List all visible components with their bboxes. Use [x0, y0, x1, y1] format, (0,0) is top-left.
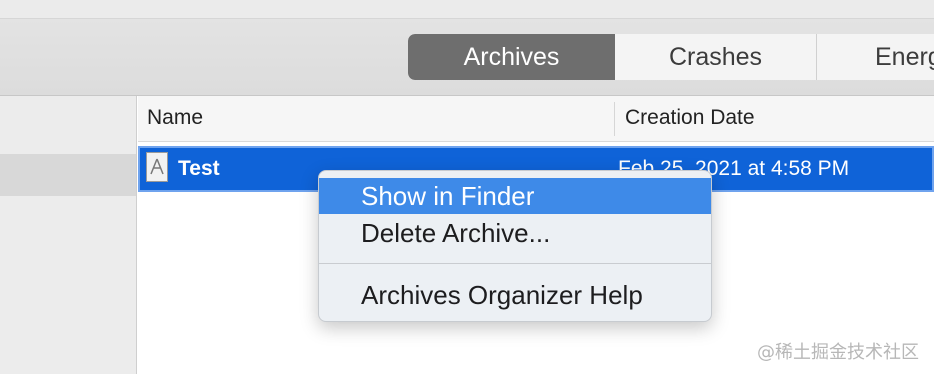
column-header-name[interactable]: Name	[147, 106, 203, 130]
watermark: @稀土掘金技术社区	[757, 342, 919, 363]
sidebar	[0, 96, 137, 374]
category-segmented-control: Archives Crashes Energ	[408, 34, 934, 80]
organizer-toolbar: Archives Crashes Energ	[0, 0, 934, 96]
archive-name: Test	[178, 157, 220, 180]
sidebar-selected-item[interactable]	[0, 154, 136, 196]
tab-energy[interactable]: Energ	[817, 34, 934, 80]
archive-document-icon	[146, 152, 168, 182]
tab-archives[interactable]: Archives	[408, 34, 615, 80]
toolbar-divider	[0, 18, 934, 19]
table-header: Name Creation Date	[138, 96, 934, 142]
tab-crashes[interactable]: Crashes	[615, 34, 817, 80]
menu-item-archives-organizer-help[interactable]: Archives Organizer Help	[319, 277, 711, 313]
menu-item-show-in-finder[interactable]: Show in Finder	[319, 178, 711, 214]
context-menu: Show in Finder Delete Archive... Archive…	[318, 170, 712, 322]
menu-item-delete-archive[interactable]: Delete Archive...	[319, 215, 711, 251]
column-divider[interactable]	[614, 102, 615, 136]
menu-separator	[319, 263, 711, 264]
column-header-creation-date[interactable]: Creation Date	[625, 106, 755, 130]
